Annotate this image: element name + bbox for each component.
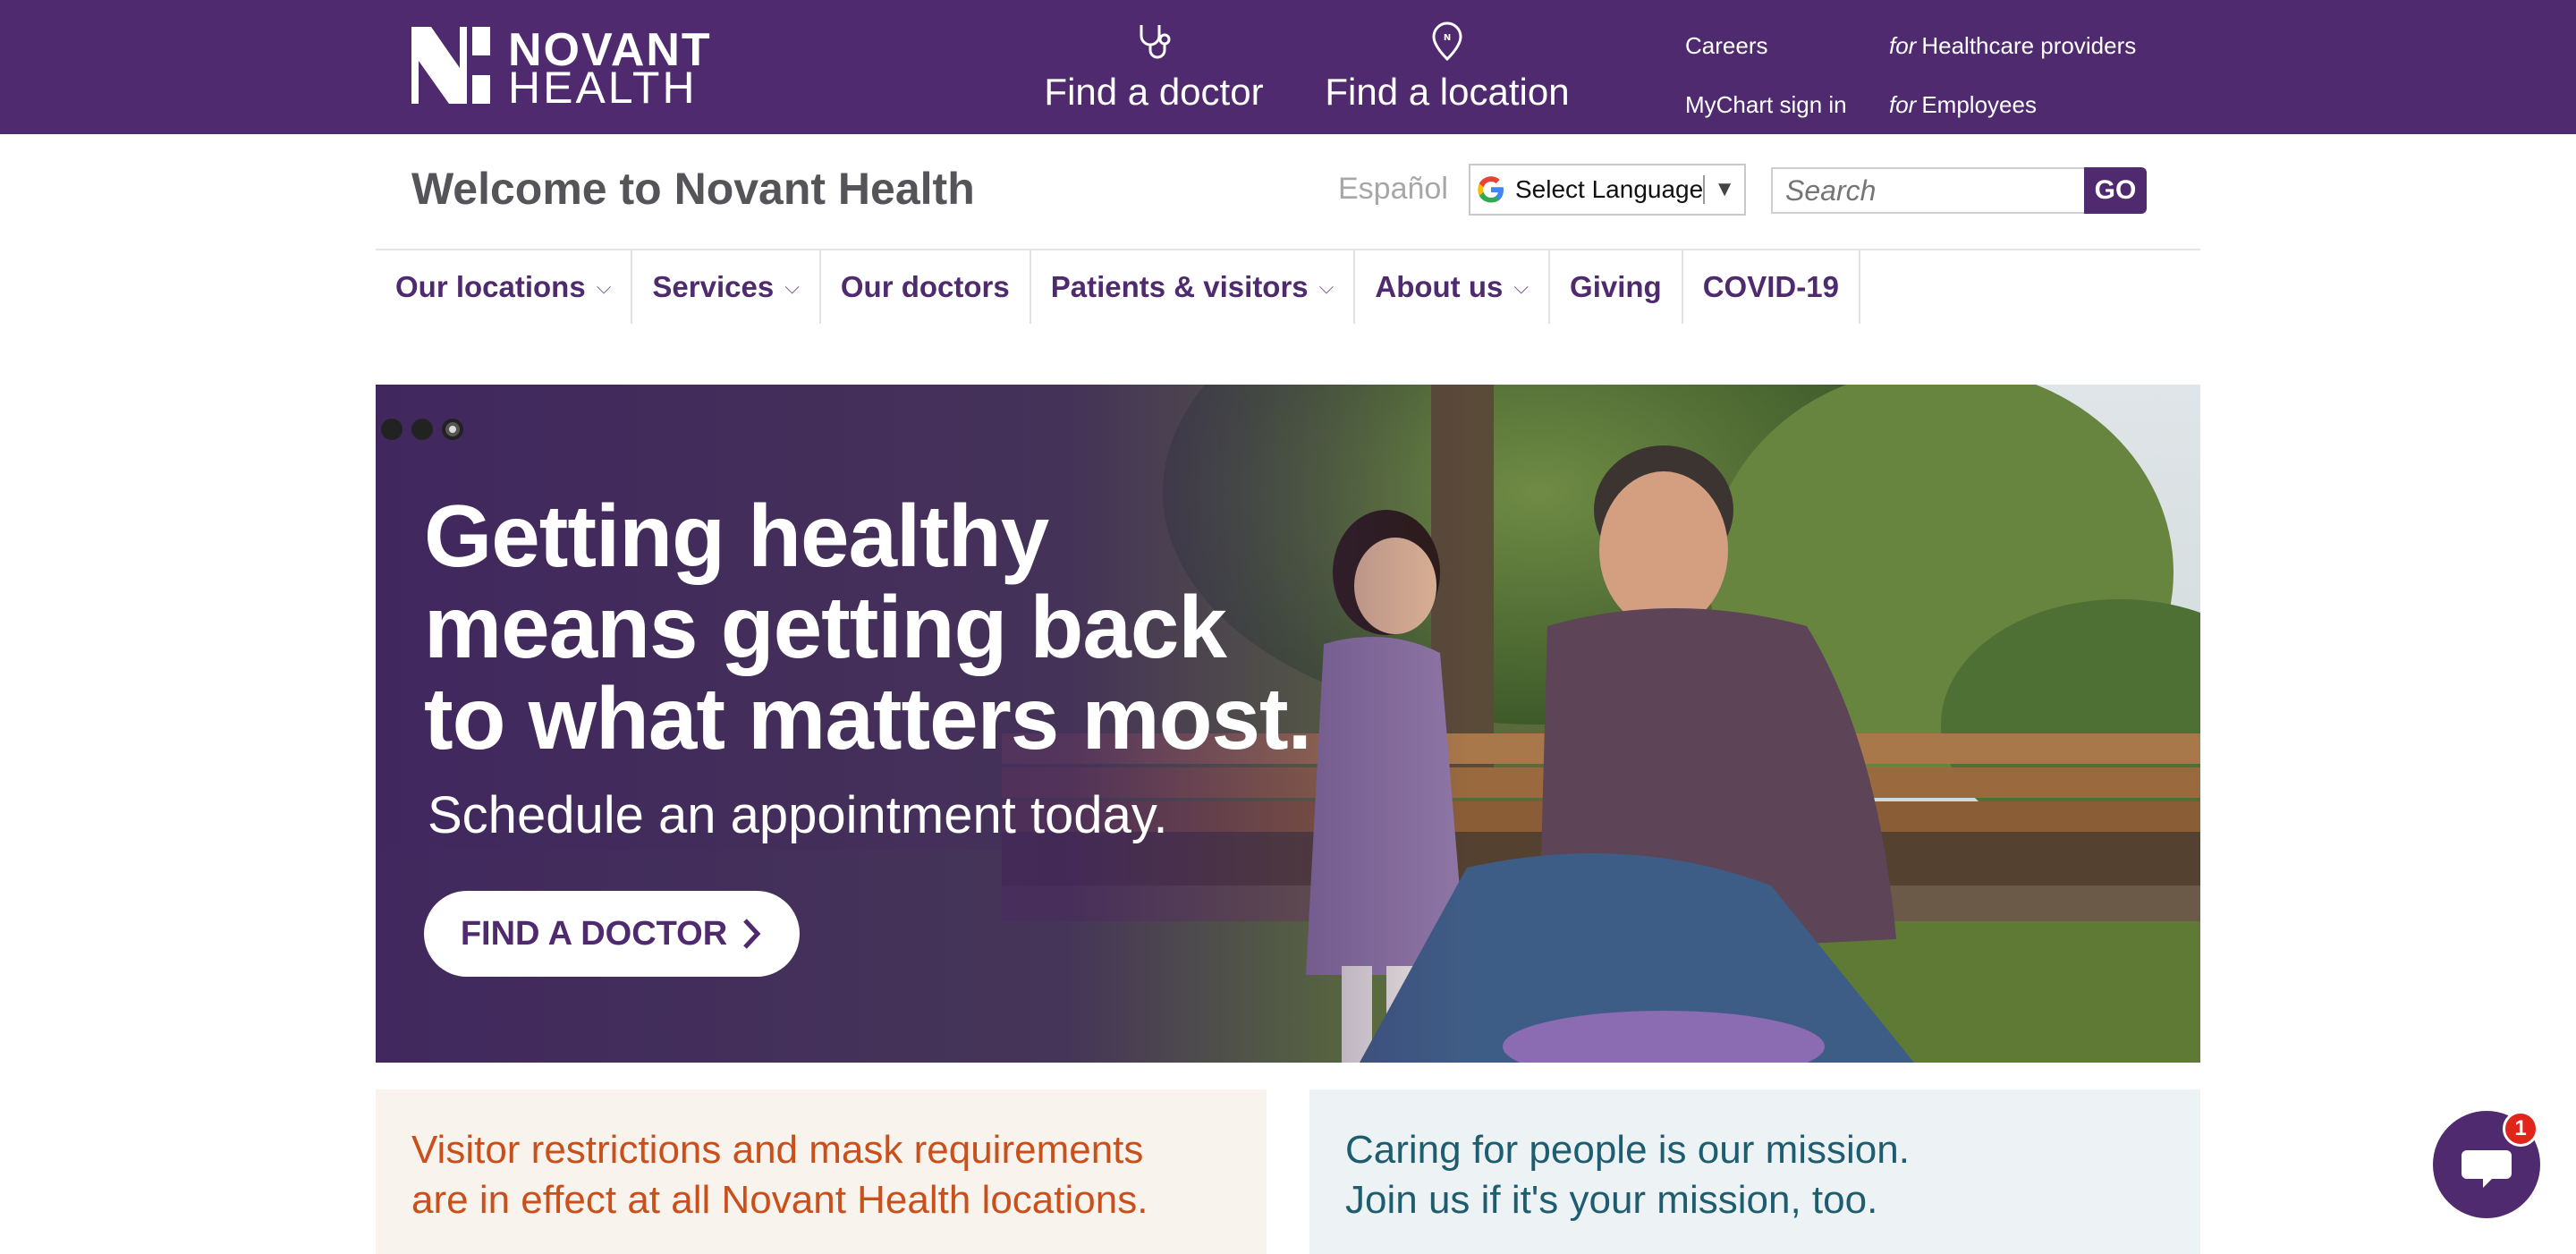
stethoscope-icon (1140, 25, 1171, 59)
chevron-down-icon: ⌵ (596, 275, 612, 298)
nav-giving[interactable]: Giving (1550, 250, 1683, 324)
main-navigation: Our locations ⌵ Services ⌵ Our doctors Pat… (376, 250, 1860, 324)
for-prefix: for (1889, 91, 1917, 118)
healthcare-providers-link[interactable]: for Healthcare providers (1889, 32, 2136, 60)
top-bar: NOVANT HEALTH Find a doctor N Find a loc… (0, 0, 2576, 134)
mission-line-2: Join us if it's your mission, too. (1345, 1178, 1878, 1222)
carousel-dot-active[interactable] (442, 419, 463, 440)
novant-health-logo[interactable]: NOVANT HEALTH (411, 25, 769, 111)
nav-covid-19[interactable]: COVID-19 (1683, 250, 1860, 324)
svg-text:N: N (1444, 33, 1451, 43)
chevron-down-icon: ⌵ (784, 275, 800, 298)
nav-our-locations-label: Our locations (395, 270, 586, 303)
nav-services-label: Services (652, 270, 775, 303)
mission-line-1: Caring for people is our mission. (1345, 1128, 1910, 1172)
find-a-doctor-label: Find a doctor (1044, 71, 1264, 113)
chevron-down-icon: ⌵ (1318, 275, 1335, 298)
find-a-doctor-link[interactable]: Find a doctor (1038, 21, 1270, 114)
dropdown-arrow-icon: ▼ (1714, 177, 1735, 201)
google-g-icon (1478, 176, 1504, 203)
nav-our-doctors[interactable]: Our doctors (821, 250, 1031, 324)
language-select[interactable]: Select Language ▼ (1469, 164, 1746, 216)
mission-text: Caring for people is our mission. Join u… (1345, 1125, 2150, 1225)
carousel-dots (381, 419, 463, 440)
employees-label: Employees (1921, 91, 2037, 118)
espanol-link[interactable]: Español (1338, 172, 1448, 207)
hero-headline: Getting healthy means getting back to wh… (424, 487, 1312, 767)
page-title: Welcome to Novant Health (411, 164, 975, 214)
find-a-location-link[interactable]: N Find a location (1320, 21, 1574, 114)
nav-about-us[interactable]: About us ⌵ (1355, 250, 1551, 324)
nav-our-locations[interactable]: Our locations ⌵ (376, 250, 633, 324)
select-language-label: Select Language (1515, 175, 1704, 203)
nav-our-doctors-label: Our doctors (840, 270, 1010, 303)
careers-mission-card[interactable]: Caring for people is our mission. Join u… (1309, 1089, 2200, 1254)
search-go-button[interactable]: GO (2084, 167, 2147, 214)
carousel-dot[interactable] (411, 419, 433, 440)
careers-link[interactable]: Careers (1685, 32, 1767, 60)
hero-banner: Getting healthy means getting back to wh… (376, 385, 2200, 1063)
nav-covid-19-label: COVID-19 (1702, 270, 1839, 303)
chevron-right-icon (743, 919, 761, 949)
employees-link[interactable]: for Employees (1889, 91, 2037, 119)
chat-widget-button[interactable]: 1 (2433, 1111, 2540, 1218)
search-input[interactable] (1771, 167, 2086, 214)
nav-services[interactable]: Services ⌵ (632, 250, 821, 324)
mychart-sign-in-link[interactable]: MyChart sign in (1685, 91, 1847, 119)
visitor-restrictions-text: Visitor restrictions and mask requiremen… (411, 1128, 1148, 1222)
carousel-dot[interactable] (381, 419, 402, 440)
novant-n-logo-icon (411, 27, 490, 104)
language-separator (1703, 175, 1706, 204)
hero-subheadline: Schedule an appointment today. (428, 786, 1168, 844)
chat-notification-badge: 1 (2503, 1111, 2538, 1147)
find-a-location-label: Find a location (1325, 71, 1570, 113)
find-a-doctor-button-label: FIND A DOCTOR (460, 914, 728, 953)
find-a-doctor-button[interactable]: FIND A DOCTOR (424, 891, 800, 977)
chevron-down-icon: ⌵ (1513, 275, 1530, 298)
nav-patients-visitors-label: Patients & visitors (1050, 270, 1309, 303)
nav-about-us-label: About us (1375, 270, 1504, 303)
logo-text-health: HEALTH (508, 63, 698, 113)
nav-patients-visitors[interactable]: Patients & visitors ⌵ (1031, 250, 1356, 324)
for-prefix: for (1889, 32, 1917, 59)
location-pin-icon: N (1432, 21, 1462, 62)
healthcare-providers-label: Healthcare providers (1921, 32, 2137, 59)
visitor-restrictions-card[interactable]: Visitor restrictions and mask requiremen… (376, 1089, 1267, 1254)
nav-giving-label: Giving (1570, 270, 1662, 303)
